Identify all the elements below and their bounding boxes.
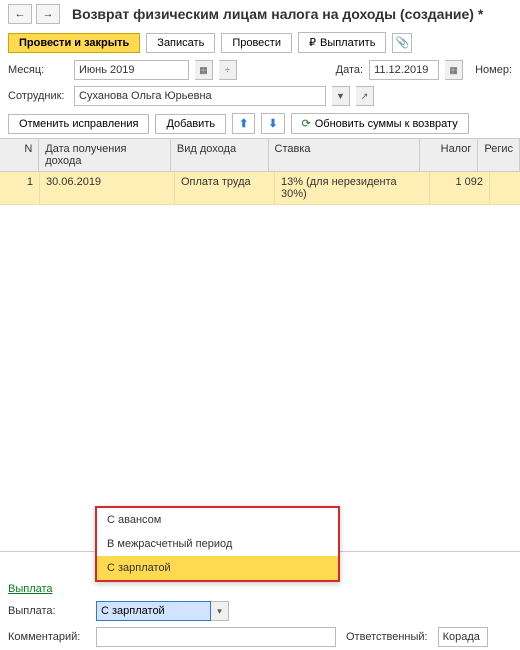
- grid-area: 1 30.06.2019 Оплата труда 13% (для нерез…: [0, 172, 520, 552]
- vyplatit-label: Выплатить: [320, 37, 375, 49]
- otvet-label: Ответственный:: [346, 631, 428, 643]
- calendar-icon-2[interactable]: ▦: [445, 60, 463, 80]
- row-mesyats: Месяц: Июнь 2019 ▦ ÷ Дата: 11.12.2019 ▦ …: [0, 57, 520, 83]
- cell-tax: 1 092: [430, 172, 490, 204]
- cell-date: 30.06.2019: [40, 172, 175, 204]
- th-tax[interactable]: Налог: [420, 139, 479, 171]
- vyplata-label: Выплата:: [8, 605, 86, 617]
- dropdown-opt-avans[interactable]: С авансом: [97, 508, 338, 532]
- row-sotrudnik: Сотрудник: Суханова Ольга Юрьевна ▼ ↗: [0, 83, 520, 109]
- table-header: N Дата получения дохода Вид дохода Ставк…: [0, 138, 520, 172]
- arrow-up-icon: ⬆: [239, 117, 248, 130]
- sub-toolbar: Отменить исправления Добавить ⬆ ⬇ ⟳ Обно…: [0, 109, 520, 138]
- open-ref-icon[interactable]: ↗: [356, 86, 374, 106]
- arrow-down-icon: ⬇: [268, 117, 277, 130]
- vyplata-dropdown: С авансом В межрасчетный период С зарпла…: [95, 506, 340, 582]
- data-label: Дата:: [336, 64, 363, 76]
- nav-forward-button[interactable]: →: [36, 4, 60, 24]
- nomer-label: Номер:: [475, 64, 512, 76]
- topbar: ← → Возврат физическим лицам налога на д…: [0, 0, 520, 28]
- vyplata-section-link[interactable]: Выплата: [0, 580, 61, 598]
- sotrudnik-input[interactable]: Суханова Ольга Юрьевна: [74, 86, 326, 106]
- th-rate[interactable]: Ставка: [269, 139, 420, 171]
- vyplata-input[interactable]: С зарплатой: [96, 601, 211, 621]
- move-up-button[interactable]: ⬆: [232, 113, 255, 134]
- komment-label: Комментарий:: [8, 631, 86, 643]
- sotrudnik-label: Сотрудник:: [8, 90, 68, 102]
- calendar-icon[interactable]: ▦: [195, 60, 213, 80]
- provesti-button[interactable]: Провести: [221, 33, 292, 53]
- th-n[interactable]: N: [0, 139, 39, 171]
- chevron-down-icon[interactable]: ▼: [332, 86, 350, 106]
- stepper-icon[interactable]: ÷: [219, 60, 237, 80]
- provesti-zakryt-button[interactable]: Провести и закрыть: [8, 33, 140, 53]
- obnovit-label: Обновить суммы к возврату: [315, 118, 458, 130]
- nav-back-button[interactable]: ←: [8, 4, 32, 24]
- data-input[interactable]: 11.12.2019: [369, 60, 439, 80]
- dobavit-button[interactable]: Добавить: [155, 114, 226, 134]
- vyplatit-button[interactable]: ₽ Выплатить: [298, 32, 386, 53]
- komment-input[interactable]: [96, 627, 336, 647]
- otmenit-button[interactable]: Отменить исправления: [8, 114, 149, 134]
- otvet-input[interactable]: Корада: [438, 627, 488, 647]
- obnovit-button[interactable]: ⟳ Обновить суммы к возврату: [291, 113, 469, 134]
- refresh-icon: ⟳: [302, 117, 311, 130]
- table-row[interactable]: 1 30.06.2019 Оплата труда 13% (для нерез…: [0, 172, 520, 205]
- dropdown-opt-mezhraschet[interactable]: В межрасчетный период: [97, 532, 338, 556]
- dropdown-opt-zarplata[interactable]: С зарплатой: [97, 556, 338, 580]
- attach-icon[interactable]: 📎: [392, 33, 412, 53]
- row-vyplata: Выплата: С зарплатой ▾: [0, 598, 520, 624]
- page-title: Возврат физическим лицам налога на доход…: [72, 6, 483, 22]
- th-type[interactable]: Вид дохода: [171, 139, 269, 171]
- th-regis[interactable]: Регис: [478, 139, 520, 171]
- cell-n: 1: [0, 172, 40, 204]
- zapisat-button[interactable]: Записать: [146, 33, 215, 53]
- row-footer: Комментарий: Ответственный: Корада: [0, 624, 520, 650]
- mesyats-label: Месяц:: [8, 64, 68, 76]
- ruble-icon: ₽: [309, 36, 316, 49]
- th-date[interactable]: Дата получения дохода: [39, 139, 171, 171]
- move-down-button[interactable]: ⬇: [261, 113, 284, 134]
- chevron-down-icon-2[interactable]: ▾: [211, 601, 229, 621]
- cell-type: Оплата труда: [175, 172, 275, 204]
- cell-rate: 13% (для нерезидента 30%): [275, 172, 430, 204]
- mesyats-input[interactable]: Июнь 2019: [74, 60, 189, 80]
- main-toolbar: Провести и закрыть Записать Провести ₽ В…: [0, 28, 520, 57]
